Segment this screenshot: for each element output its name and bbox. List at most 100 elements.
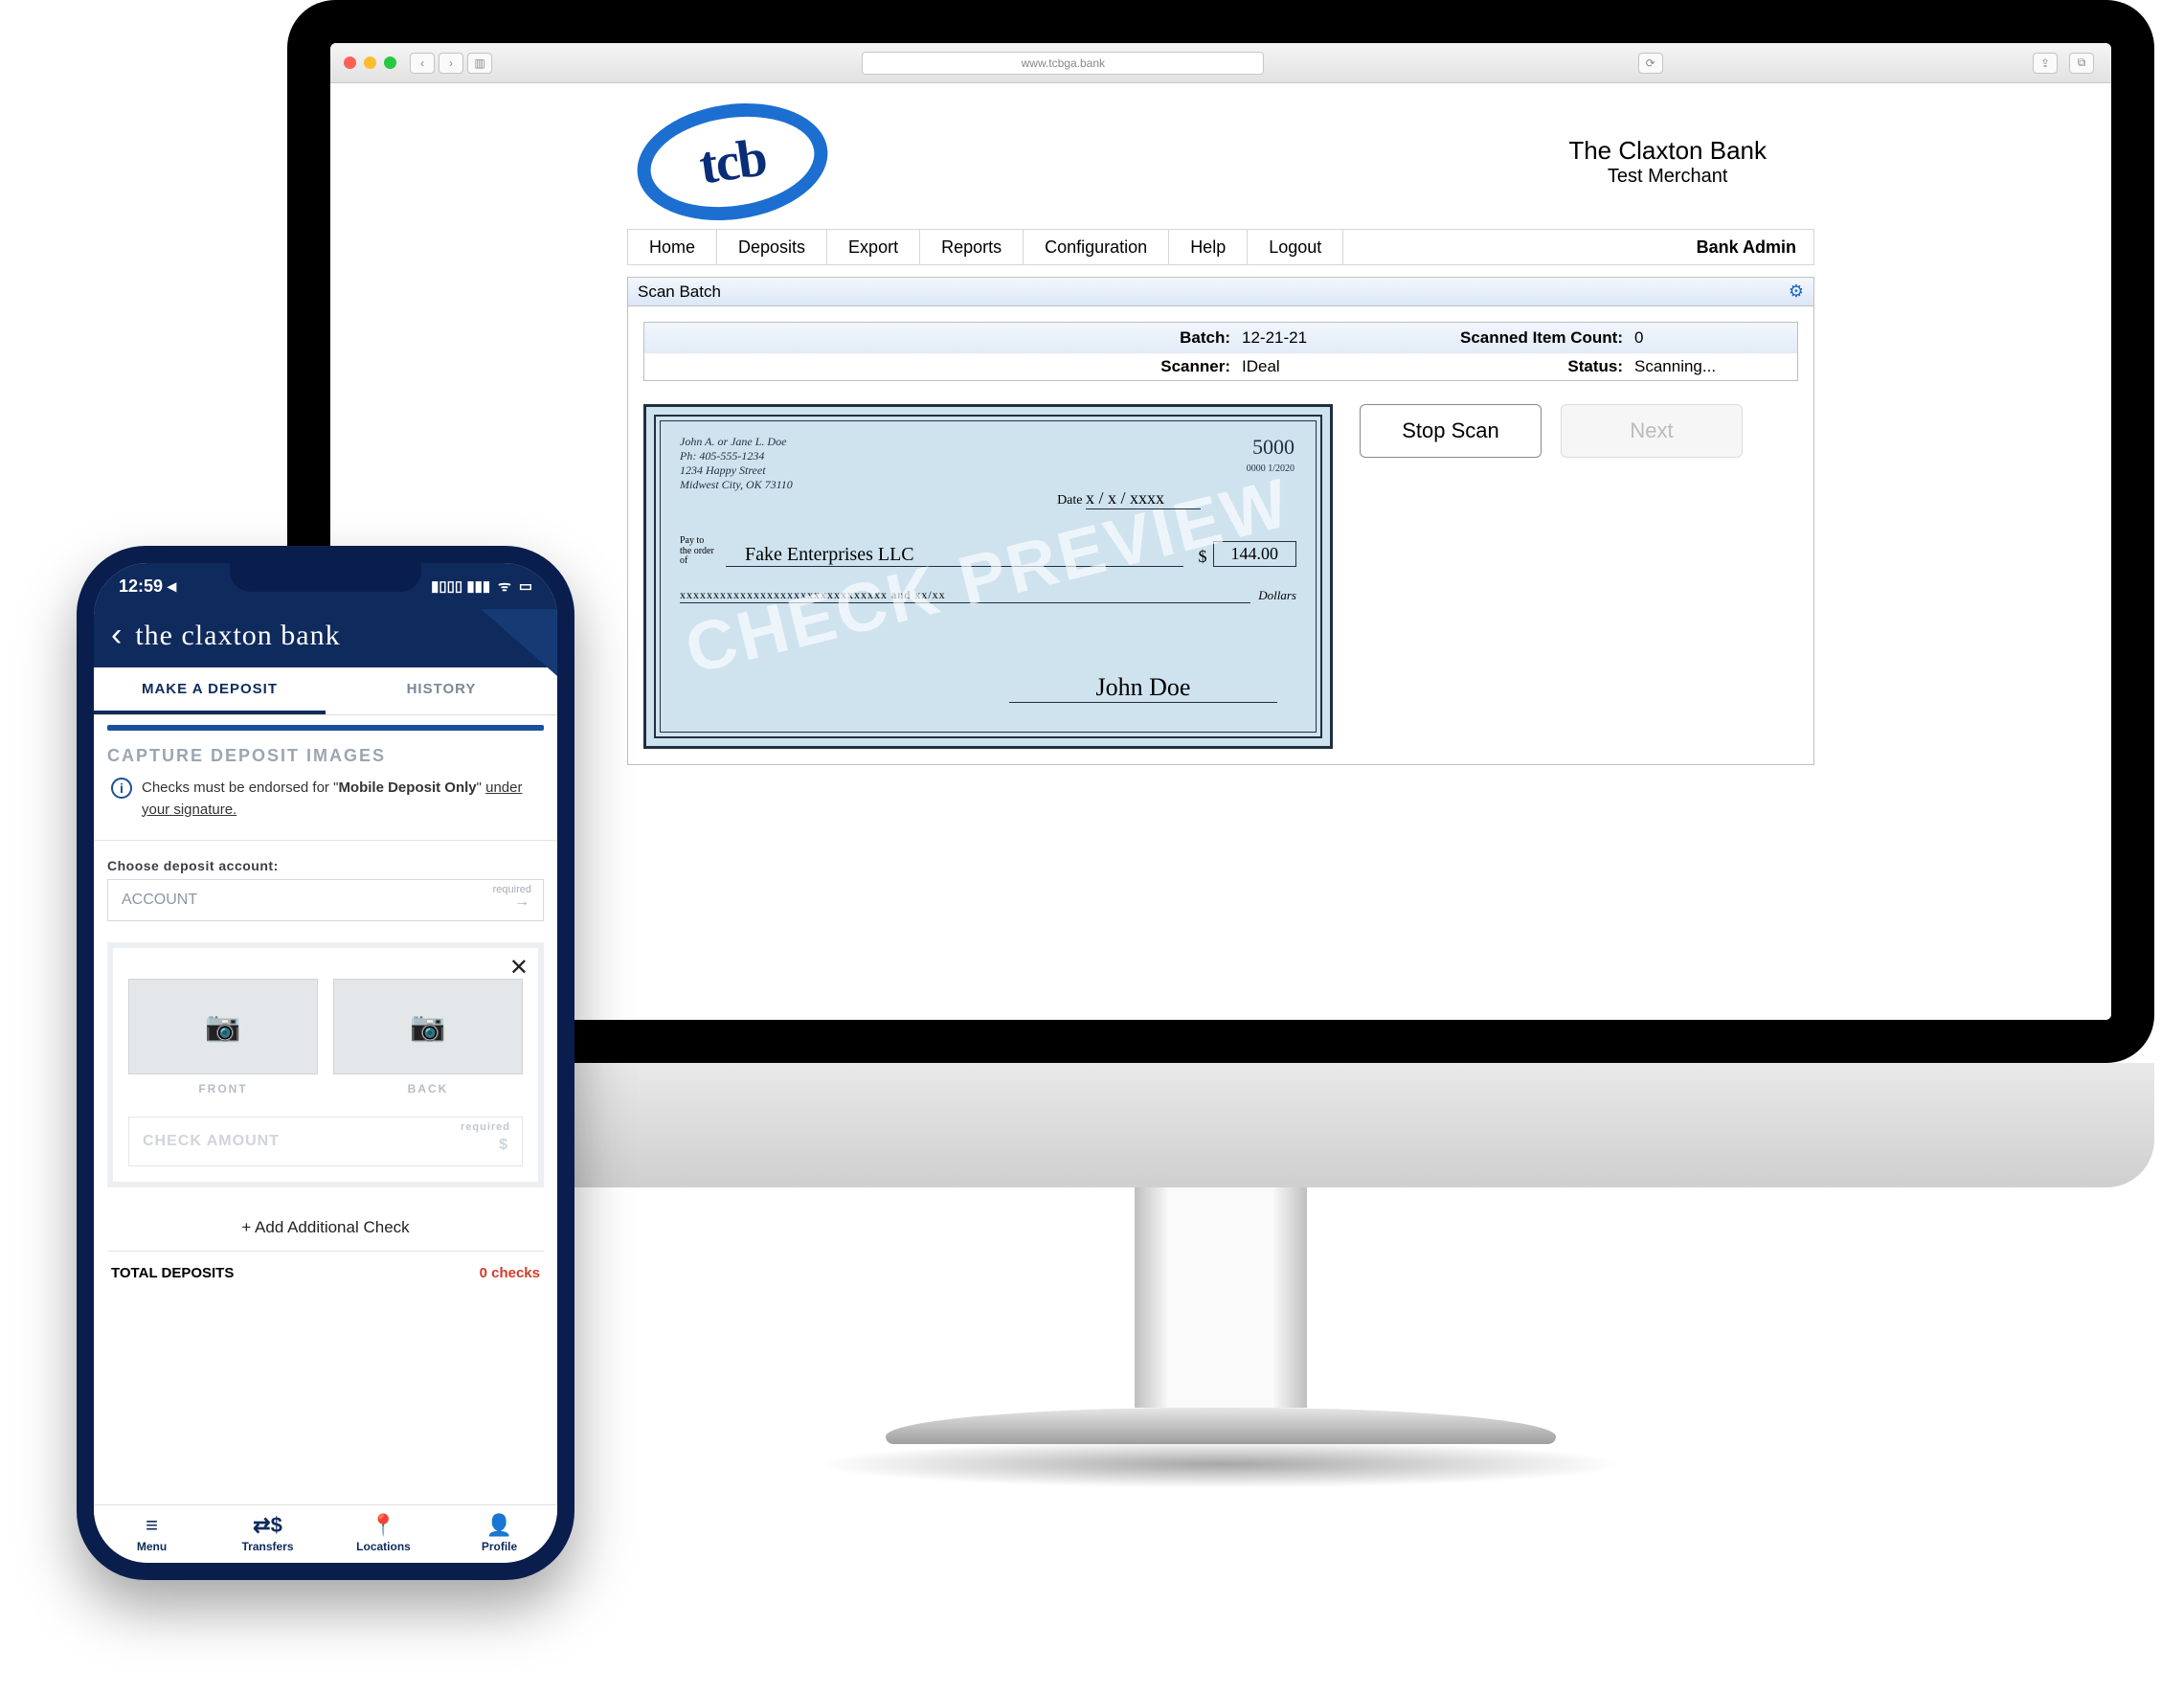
- window-controls[interactable]: [344, 56, 396, 69]
- check-addr2: Ph: 405-555-1234: [680, 449, 1296, 463]
- nav-forward-button[interactable]: ›: [439, 53, 463, 74]
- bank-name: The Claxton Bank: [1568, 136, 1767, 166]
- check-currency: $: [1199, 547, 1207, 567]
- batch-value: 12-21-21: [1242, 328, 1385, 348]
- safari-toolbar: ‹ › ▥ www.tcbga.bank ⟳ ⇪ ⧉: [330, 43, 2111, 83]
- main-menu: Home Deposits Export Reports Configurati…: [627, 229, 1814, 265]
- total-checks-count: 0 checks: [480, 1265, 540, 1281]
- nav-profile[interactable]: 👤Profile: [441, 1505, 557, 1563]
- scanner-label: Scanner:: [664, 357, 1242, 376]
- check-amount-input[interactable]: CHECK AMOUNT required $: [128, 1117, 523, 1166]
- url-bar[interactable]: www.tcbga.bank: [862, 52, 1264, 75]
- sidebar-toggle-button[interactable]: ▥: [467, 53, 492, 74]
- app-header: ‹ the claxton bank: [94, 609, 557, 667]
- camera-icon: 📷: [410, 1010, 445, 1044]
- section-title: CAPTURE DEPOSIT IMAGES: [107, 746, 544, 766]
- current-user-label: Bank Admin: [1679, 230, 1813, 264]
- account-select[interactable]: ACCOUNT required →: [107, 879, 544, 921]
- check-amount-words: xxxxxxxxxxxxxxxxxxxxxxxxxxxxxxx and xx/x…: [680, 588, 1250, 603]
- batch-label: Batch:: [664, 328, 1242, 348]
- stop-scan-button[interactable]: Stop Scan: [1360, 404, 1542, 458]
- check-payee: Fake Enterprises LLC: [726, 544, 1183, 567]
- check-addr3: 1234 Happy Street: [680, 463, 1296, 478]
- back-label: BACK: [333, 1082, 523, 1095]
- account-placeholder: ACCOUNT: [122, 892, 197, 909]
- tab-make-deposit[interactable]: MAKE A DEPOSIT: [94, 667, 326, 714]
- panel-title: Scan Batch: [638, 282, 721, 302]
- transfers-icon: ⇄$: [210, 1513, 326, 1538]
- tabs-button[interactable]: ⧉: [2069, 53, 2094, 74]
- next-button: Next: [1561, 404, 1743, 458]
- menu-export[interactable]: Export: [826, 230, 919, 264]
- tcb-logo: tcb: [637, 104, 828, 219]
- scanner-value: IDeal: [1242, 357, 1385, 376]
- notice-bold: Mobile Deposit Only: [338, 779, 476, 796]
- nav-locations[interactable]: 📍Locations: [326, 1505, 441, 1563]
- profile-icon: 👤: [441, 1513, 557, 1538]
- front-label: FRONT: [128, 1082, 318, 1095]
- menu-configuration[interactable]: Configuration: [1023, 230, 1168, 264]
- nav-menu[interactable]: ≡Menu: [94, 1505, 210, 1563]
- check-preview: CHECK PREVIEW John A. or Jane L. Doe Ph:…: [643, 404, 1333, 749]
- totals-row: TOTAL DEPOSITS 0 checks: [107, 1251, 544, 1285]
- nav-transfers[interactable]: ⇄$Transfers: [210, 1505, 326, 1563]
- reload-button[interactable]: ⟳: [1638, 53, 1663, 74]
- nav-back-button[interactable]: ‹: [410, 53, 435, 74]
- count-label: Scanned Item Count:: [1385, 328, 1634, 348]
- minimize-window-icon[interactable]: [364, 56, 376, 69]
- capture-front-button[interactable]: 📷: [128, 979, 318, 1074]
- check-pay-label: Pay to the order of: [680, 536, 716, 567]
- status-time: 12:59 ◂: [119, 576, 176, 597]
- capture-back-button[interactable]: 📷: [333, 979, 523, 1074]
- count-value: 0: [1634, 328, 1778, 348]
- check-dollars-label: Dollars: [1258, 588, 1296, 603]
- total-deposits-label: TOTAL DEPOSITS: [111, 1265, 234, 1281]
- bottom-nav: ≡Menu ⇄$Transfers 📍Locations 👤Profile: [94, 1504, 557, 1563]
- logo-text: tcb: [696, 127, 770, 197]
- progress-bar: [107, 725, 544, 731]
- gear-icon[interactable]: ⚙: [1789, 282, 1804, 302]
- add-additional-check-button[interactable]: + Add Additional Check: [107, 1205, 544, 1251]
- choose-account-label: Choose deposit account:: [107, 858, 544, 873]
- scan-batch-panel: Scan Batch ⚙ Batch: 12-21-21 Scanned Ite…: [627, 277, 1814, 765]
- camera-icon: 📷: [205, 1010, 240, 1044]
- close-window-icon[interactable]: [344, 56, 356, 69]
- share-button[interactable]: ⇪: [2033, 53, 2058, 74]
- webapp-page: tcb The Claxton Bank Test Merchant Home …: [330, 83, 2111, 1020]
- batch-info-table: Batch: 12-21-21 Scanned Item Count: 0 Sc…: [643, 322, 1798, 381]
- check-date-value: x / x / xxxx: [1086, 488, 1201, 509]
- amount-required: required: [461, 1121, 510, 1133]
- iphone-notch: [230, 563, 421, 592]
- signal-icon: ▮▯▯▯ ▮▮▮: [431, 577, 490, 595]
- check-amount: 144.00: [1213, 541, 1297, 567]
- notice-post: ": [477, 779, 486, 796]
- notice-pre: Checks must be endorsed for ": [142, 779, 338, 796]
- menu-icon: ≡: [94, 1513, 210, 1538]
- location-pin-icon: 📍: [326, 1513, 441, 1538]
- currency-label: $: [499, 1137, 508, 1154]
- check-signature: John Doe: [1009, 673, 1277, 703]
- fullscreen-window-icon[interactable]: [384, 56, 396, 69]
- check-amount-placeholder: CHECK AMOUNT: [143, 1133, 280, 1149]
- capture-card: ✕ 📷 FRONT 📷 BACK CHECK AMOUNT req: [107, 942, 544, 1187]
- back-button[interactable]: ‹: [111, 617, 122, 654]
- merchant-name: Test Merchant: [1568, 166, 1767, 188]
- menu-logout[interactable]: Logout: [1247, 230, 1342, 264]
- url-text: www.tcbga.bank: [1022, 56, 1105, 70]
- check-addr4: Midwest City, OK 73110: [680, 478, 1296, 492]
- close-icon[interactable]: ✕: [509, 954, 529, 982]
- check-date-label: Date: [1057, 493, 1082, 508]
- battery-icon: ▭: [519, 577, 532, 595]
- status-label: Status:: [1385, 357, 1634, 376]
- menu-home[interactable]: Home: [627, 230, 716, 264]
- status-value: Scanning...: [1634, 357, 1778, 376]
- iphone-device: 12:59 ◂ ▮▯▯▯ ▮▮▮ ᯤ ▭ ‹ the claxton bank …: [77, 546, 574, 1580]
- app-title: the claxton bank: [135, 620, 540, 652]
- check-number: 5000: [1252, 435, 1295, 460]
- menu-help[interactable]: Help: [1168, 230, 1247, 264]
- endorsement-notice: i Checks must be endorsed for "Mobile De…: [107, 778, 544, 836]
- menu-reports[interactable]: Reports: [919, 230, 1023, 264]
- check-routing-hint: 0000 1/2020: [1247, 463, 1295, 474]
- menu-deposits[interactable]: Deposits: [716, 230, 826, 264]
- chevron-right-icon: →: [514, 893, 529, 911]
